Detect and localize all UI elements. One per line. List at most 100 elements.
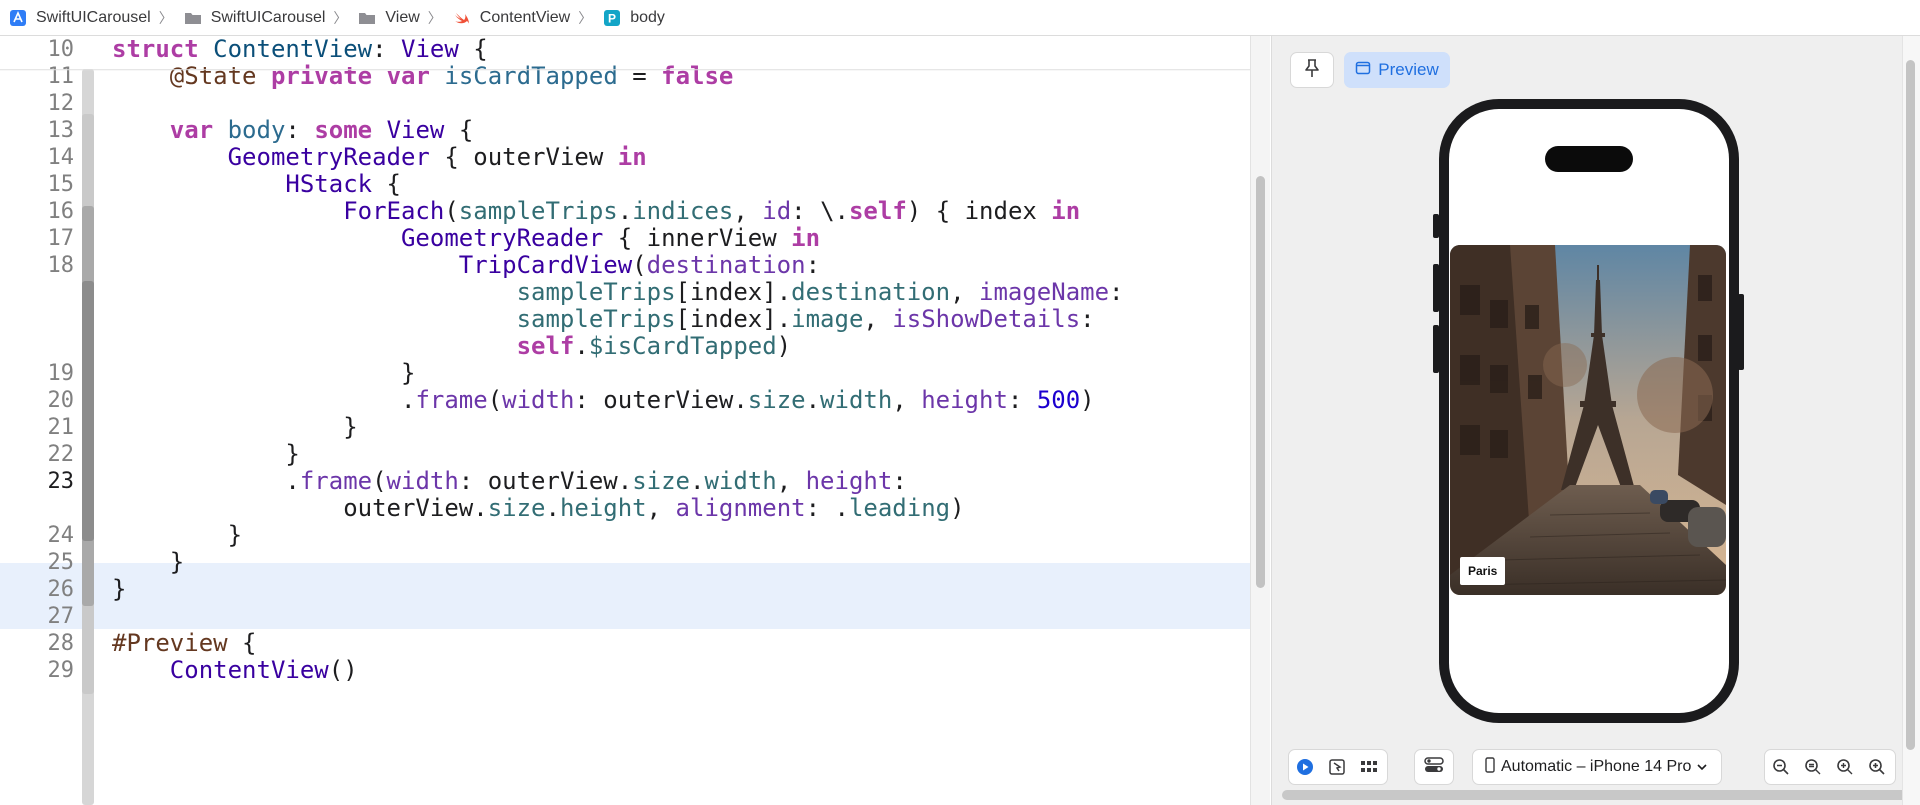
breadcrumb-item-group[interactable]: SwiftUICarousel: [183, 0, 326, 36]
swift-file-icon: [452, 8, 472, 28]
code-text: }: [169, 548, 185, 576]
code-line[interactable]: 22 }: [0, 441, 1250, 468]
zoom-100-icon[interactable]: [1829, 750, 1861, 784]
preview-window-icon: [1355, 60, 1371, 81]
folder-icon: [357, 8, 377, 28]
selectable-icon[interactable]: [1321, 750, 1353, 784]
pin-preview-button[interactable]: [1290, 52, 1334, 88]
code-line[interactable]: 21 }: [0, 414, 1250, 441]
line-number: 15: [47, 172, 75, 197]
device-settings-icon: [1424, 756, 1444, 778]
breadcrumb-label: View: [385, 8, 420, 26]
zoom-out-icon[interactable]: [1765, 750, 1797, 784]
code-text: TripCardView(destination:: [458, 251, 821, 279]
code-text: var body: some View {: [169, 116, 474, 144]
code-text: .frame(width: outerView.size.width, heig…: [285, 467, 907, 495]
breadcrumb-label: body: [630, 8, 665, 26]
live-play-icon[interactable]: [1289, 750, 1321, 784]
line-number: 22: [47, 442, 75, 467]
breadcrumb-label: ContentView: [479, 8, 571, 26]
code-line[interactable]: 20 .frame(width: outerView.size.width, h…: [0, 387, 1250, 414]
code-line[interactable]: 17 GeometryReader { innerView in: [0, 225, 1250, 252]
canvas-vertical-scroll-thumb[interactable]: [1906, 60, 1915, 750]
line-number: 29: [47, 658, 75, 683]
property-icon: P: [602, 8, 622, 28]
preview-mode-button[interactable]: Preview: [1344, 52, 1450, 88]
code-line[interactable]: 10 struct ContentView: View {: [0, 36, 1250, 63]
code-line[interactable]: 25 }: [0, 549, 1250, 576]
line-number: 16: [47, 199, 75, 224]
line-number: 23: [47, 469, 75, 494]
line-number: 17: [47, 226, 75, 251]
code-text: }: [227, 521, 243, 549]
code-line[interactable]: 23 .frame(width: outerView.size.width, h…: [0, 468, 1250, 495]
trip-card[interactable]: Paris: [1450, 245, 1726, 595]
code-line[interactable]: 19 }: [0, 360, 1250, 387]
preview-mode-group: [1288, 749, 1388, 785]
zoom-in-icon[interactable]: [1861, 750, 1893, 784]
line-number: 11: [47, 64, 75, 89]
code-text: }: [400, 359, 416, 387]
canvas-horizontal-scrollbar[interactable]: [1282, 790, 1912, 800]
line-number: 26: [47, 577, 75, 602]
trip-card-image: [1450, 245, 1726, 595]
pin-icon: [1303, 58, 1321, 83]
code-text: sampleTrips[index].image, isShowDetails:: [516, 305, 1095, 333]
variants-grid-icon[interactable]: [1353, 750, 1385, 784]
code-text: GeometryReader { innerView in: [400, 224, 821, 252]
chevron-right-icon: 〉: [578, 9, 593, 26]
iphone-icon: [1485, 756, 1495, 778]
code-text: sampleTrips[index].destination, imageNam…: [516, 278, 1124, 306]
code-line[interactable]: 24 }: [0, 522, 1250, 549]
code-line[interactable]: 26}: [0, 576, 1250, 603]
device-picker[interactable]: Automatic – iPhone 14 Pro: [1472, 749, 1722, 785]
device-settings-button[interactable]: [1414, 749, 1454, 785]
code-line[interactable]: 29 ContentView(): [0, 657, 1250, 684]
breadcrumb-item-file[interactable]: ContentView: [452, 0, 570, 36]
code-text: @State private var isCardTapped = false: [169, 62, 734, 90]
breadcrumb-item-symbol[interactable]: P body: [602, 0, 665, 36]
code-line[interactable]: 28 #Preview {: [0, 630, 1250, 657]
breadcrumb-item-project[interactable]: SwiftUICarousel: [8, 0, 151, 36]
code-line[interactable]: 27: [0, 603, 1250, 630]
breadcrumb-label: SwiftUICarousel: [210, 8, 326, 26]
breadcrumb-label: SwiftUICarousel: [36, 8, 151, 26]
code-text: ContentView(): [169, 656, 358, 684]
line-number: 24: [47, 523, 75, 548]
breadcrumb: SwiftUICarousel 〉 SwiftUICarousel 〉 View…: [0, 0, 1920, 36]
chevron-right-icon: 〉: [427, 9, 442, 26]
folder-icon: [183, 8, 203, 28]
chevron-right-icon: 〉: [158, 9, 173, 26]
zoom-fit-icon[interactable]: [1797, 750, 1829, 784]
code-text: outerView.size.height, alignment: .leadi…: [343, 494, 965, 522]
project-icon: [8, 8, 28, 28]
code-line[interactable]: 14 GeometryReader { outerView in: [0, 144, 1250, 171]
code-line[interactable]: 13 var body: some View {: [0, 117, 1250, 144]
chevron-down-icon: [1697, 758, 1707, 776]
line-number: 13: [47, 118, 75, 143]
dynamic-island: [1545, 146, 1633, 172]
code-line[interactable]: 18 TripCardView(destination:: [0, 252, 1250, 279]
code-text: ForEach(sampleTrips.indices, id: \.self)…: [343, 197, 1081, 225]
zoom-controls: [1764, 749, 1896, 785]
code-line[interactable]: 11 @State private var isCardTapped = fal…: [0, 63, 1250, 90]
editor-scroll-thumb[interactable]: [1256, 176, 1265, 588]
code-line[interactable]: sampleTrips[index].destination, imageNam…: [0, 279, 1250, 306]
code-line[interactable]: sampleTrips[index].image, isShowDetails:: [0, 306, 1250, 333]
code-line[interactable]: 12: [0, 90, 1250, 117]
code-text: #Preview {: [112, 629, 257, 657]
code-line[interactable]: 16 ForEach(sampleTrips.indices, id: \.se…: [0, 198, 1250, 225]
breadcrumb-item-folder[interactable]: View: [357, 0, 420, 36]
code-text: struct ContentView: View {: [112, 36, 488, 63]
code-line[interactable]: self.$isCardTapped): [0, 333, 1250, 360]
code-text: }: [285, 440, 300, 468]
code-editor[interactable]: 10 struct ContentView: View {11 @State pr…: [0, 36, 1250, 805]
code-text: HStack {: [285, 170, 401, 198]
line-number: 25: [47, 550, 75, 575]
volume-up-button: [1433, 264, 1439, 312]
line-number: 27: [47, 604, 75, 629]
line-number: 28: [47, 631, 75, 656]
code-line[interactable]: outerView.size.height, alignment: .leadi…: [0, 495, 1250, 522]
code-line[interactable]: 15 HStack {: [0, 171, 1250, 198]
line-number: 14: [47, 145, 75, 170]
